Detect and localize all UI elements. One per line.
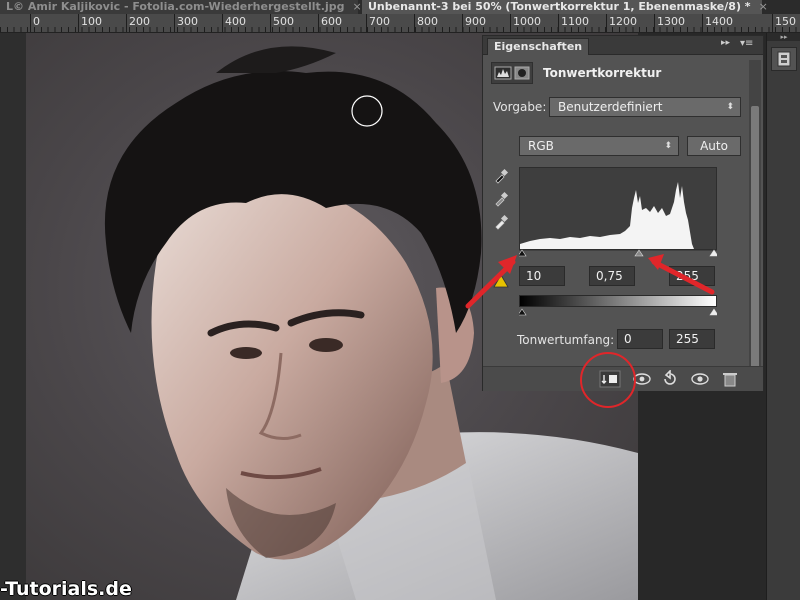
output-levels-slider[interactable] <box>519 308 717 316</box>
input-levels-slider[interactable] <box>519 249 717 257</box>
document-tab-label: L© Amir Kaljikovic - Fotolia.com-Wiederh… <box>6 0 345 13</box>
panel-menu-icon[interactable]: ▾≡ <box>740 38 753 49</box>
dock-collapse-handle[interactable]: ▸▸ <box>767 33 800 41</box>
tab-eigenschaften[interactable]: Eigenschaften <box>487 38 590 55</box>
mask-icon[interactable] <box>514 66 530 80</box>
ruler-tick: 1200 <box>606 14 637 32</box>
ruler-tick: 1400 <box>702 14 733 32</box>
panel-scrollbar[interactable] <box>749 60 761 376</box>
close-icon[interactable]: × <box>353 0 362 13</box>
channel-value: RGB <box>528 139 554 153</box>
document-tab-active[interactable]: Unbenannt-3 bei 50% (Tonwertkorrektur 1,… <box>362 0 768 14</box>
document-tab-fotolia[interactable]: L© Amir Kaljikovic - Fotolia.com-Wiederh… <box>0 0 362 14</box>
chevron-updown-icon: ⬍ <box>664 141 672 151</box>
clip-to-layer-icon[interactable] <box>599 370 621 388</box>
ruler-tick: 900 <box>462 14 486 32</box>
input-black-field[interactable]: 10 <box>519 266 565 286</box>
document-tab-label: Unbenannt-3 bei 50% (Tonwertkorrektur 1,… <box>368 0 751 13</box>
histogram-icon[interactable] <box>494 66 512 80</box>
eyedropper-white-icon[interactable] <box>493 214 509 230</box>
histogram <box>519 167 717 250</box>
ruler-tick: 400 <box>222 14 246 32</box>
channel-select[interactable]: RGB ⬍ <box>519 136 679 156</box>
preset-select[interactable]: Benutzerdefiniert ⬍ <box>549 97 741 117</box>
adjustment-icons <box>491 62 533 84</box>
scrollbar-thumb[interactable] <box>751 106 759 376</box>
ruler-tick: 1100 <box>558 14 589 32</box>
trash-icon[interactable] <box>719 370 741 388</box>
horizontal-ruler[interactable]: 0 100 200 300 400 500 600 700 800 900 10… <box>0 14 800 33</box>
preset-value: Benutzerdefiniert <box>558 100 663 114</box>
properties-icon[interactable] <box>771 47 797 71</box>
panel-header: Eigenschaften ▸▸ ▾≡ <box>483 36 763 55</box>
output-white-field[interactable]: 255 <box>669 329 715 349</box>
preset-label: Vorgabe: <box>493 100 547 114</box>
output-white-handle[interactable] <box>709 308 717 316</box>
warning-icon <box>493 274 509 288</box>
ruler-tick: 0 <box>30 14 40 32</box>
gamma-handle[interactable] <box>634 249 644 257</box>
white-point-handle[interactable] <box>709 249 717 257</box>
close-icon[interactable]: × <box>759 0 768 13</box>
panel-footer-toolbar <box>483 366 763 391</box>
output-gradient-bar <box>519 295 717 307</box>
ruler-tick: 200 <box>126 14 150 32</box>
chevron-updown-icon: ⬍ <box>726 102 734 112</box>
right-dock: ▸▸ <box>766 33 800 600</box>
output-black-handle[interactable] <box>519 308 527 316</box>
black-point-handle[interactable] <box>519 249 527 257</box>
reset-icon[interactable] <box>659 370 681 388</box>
output-levels-label: Tonwertumfang: <box>517 333 615 347</box>
eye-icon[interactable] <box>689 370 711 388</box>
input-white-field[interactable]: 255 <box>669 266 715 286</box>
ruler-tick: 100 <box>78 14 102 32</box>
eyedropper-black-icon[interactable] <box>493 168 509 184</box>
ruler-tick: 150 <box>772 14 796 32</box>
ruler-tick: 1300 <box>654 14 685 32</box>
view-previous-icon[interactable] <box>631 370 653 388</box>
auto-button[interactable]: Auto <box>687 136 741 156</box>
output-black-field[interactable]: 0 <box>617 329 663 349</box>
ruler-tick: 700 <box>366 14 390 32</box>
ruler-tick: 600 <box>318 14 342 32</box>
ruler-tick: 500 <box>270 14 294 32</box>
collapse-icon[interactable]: ▸▸ <box>721 38 730 48</box>
adjustment-title: Tonwertkorrektur <box>543 66 662 80</box>
vertical-ruler[interactable] <box>0 33 27 600</box>
ruler-tick: 1000 <box>510 14 541 32</box>
input-gamma-field[interactable]: 0,75 <box>589 266 635 286</box>
eyedropper-gray-icon[interactable] <box>493 191 509 207</box>
ruler-tick: 800 <box>414 14 438 32</box>
document-tab-bar: L© Amir Kaljikovic - Fotolia.com-Wiederh… <box>0 0 800 15</box>
ruler-tick: 300 <box>174 14 198 32</box>
properties-panel: Eigenschaften ▸▸ ▾≡ Tonwertkorrektur Vor… <box>482 35 764 391</box>
watermark: -Tutorials.de <box>0 578 132 600</box>
